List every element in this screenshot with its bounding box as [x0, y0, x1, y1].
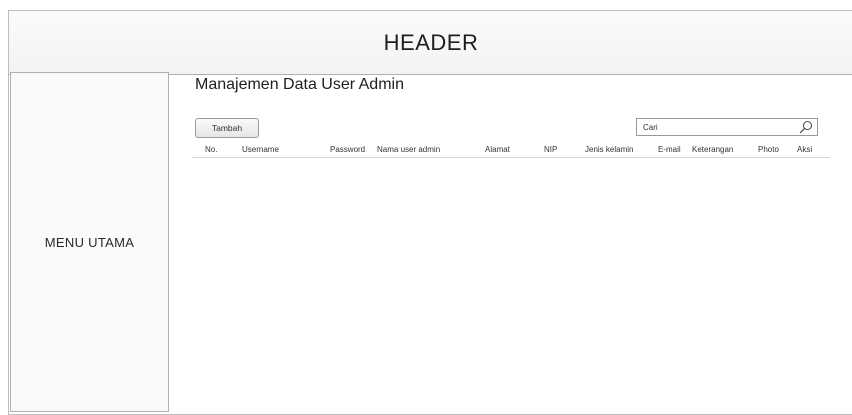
column-header-alamat: Alamat — [485, 145, 510, 154]
column-header-password: Password — [330, 145, 366, 154]
add-button-label: Tambah — [211, 123, 243, 133]
add-button[interactable]: Tambah — [195, 118, 259, 138]
column-header-jenis-kelamin: Jenis kelamin — [585, 145, 634, 154]
column-header-aksi: Aksi — [797, 145, 813, 154]
sidebar-menu-label: MENU UTAMA — [44, 234, 135, 250]
sidebar-menu[interactable]: MENU UTAMA — [10, 72, 169, 412]
column-header-nip: NIP — [544, 145, 558, 154]
column-header-photo: Photo — [758, 145, 779, 154]
column-header-keterangan: Keterangan — [692, 145, 734, 154]
search-icon[interactable] — [799, 120, 813, 134]
column-header-email: E-mail — [658, 145, 681, 154]
header: HEADER — [9, 11, 852, 75]
column-header-username: Username — [242, 145, 279, 154]
search-box[interactable] — [636, 118, 818, 136]
header-title: HEADER — [383, 29, 479, 55]
column-header-nama-user-admin: Nama user admin — [377, 145, 441, 154]
page-title: Manajemen Data User Admin — [195, 76, 404, 93]
table-header: No. Username Password Nama user admin Al… — [192, 142, 830, 158]
search-input[interactable] — [637, 119, 787, 135]
column-header-no: No. — [205, 145, 218, 154]
